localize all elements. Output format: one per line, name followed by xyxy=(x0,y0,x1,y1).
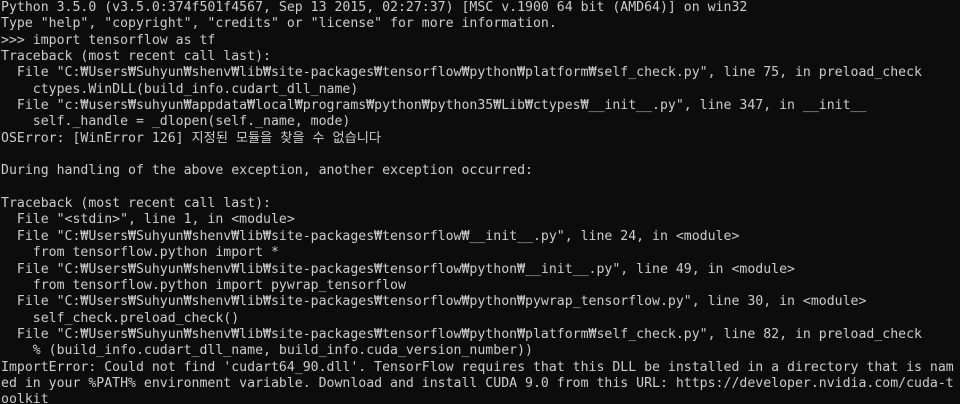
console-line: from tensorflow.python import * xyxy=(1,245,279,261)
console-line: self_check.preload_check() xyxy=(1,310,240,326)
console-line: Traceback (most recent call last): xyxy=(1,49,271,65)
console-line: File "C:₩Users₩Suhyun₩shenv₩lib₩site-pac… xyxy=(1,326,922,342)
console-line: ImportError: Could not find 'cudart64_90… xyxy=(1,359,954,375)
console-line: Python 3.5.0 (v3.5.0:374f501f4567, Sep 1… xyxy=(1,0,748,15)
console-line: During handling of the above exception, … xyxy=(1,163,533,179)
console-line: ed in your %PATH% environment variable. … xyxy=(1,375,954,391)
console-output: Python 3.5.0 (v3.5.0:374f501f4567, Sep 1… xyxy=(1,0,960,404)
console-line: >>> import tensorflow as tf xyxy=(1,32,216,48)
console-line: oolkit xyxy=(1,392,49,404)
console-line: % (build_info.cudart_dll_name, build_inf… xyxy=(1,343,533,359)
console-line: self._handle = _dlopen(self._name, mode) xyxy=(1,114,351,130)
console-line: OSError: [WinError 126] 지정된 모듈을 찾을 수 없습니… xyxy=(1,130,382,146)
console-line: Traceback (most recent call last): xyxy=(1,196,271,212)
console-line: File "C:₩Users₩Suhyun₩shenv₩lib₩site-pac… xyxy=(1,65,922,81)
console-line: File "C:₩Users₩Suhyun₩shenv₩lib₩site-pac… xyxy=(1,228,740,244)
console-line: File "<stdin>", line 1, in <module> xyxy=(1,212,295,228)
console-line: ctypes.WinDLL(build_info.cudart_dll_name… xyxy=(1,81,359,97)
console-line: Type "help", "copyright", "credits" or "… xyxy=(1,16,557,32)
console-line: File "C:₩Users₩Suhyun₩shenv₩lib₩site-pac… xyxy=(1,261,795,277)
console-line: from tensorflow.python import pywrap_ten… xyxy=(1,277,406,293)
console-line: File "C:₩Users₩Suhyun₩shenv₩lib₩site-pac… xyxy=(1,294,867,310)
console-line: File "c:₩users₩suhyun₩appdata₩local₩prog… xyxy=(1,98,867,114)
